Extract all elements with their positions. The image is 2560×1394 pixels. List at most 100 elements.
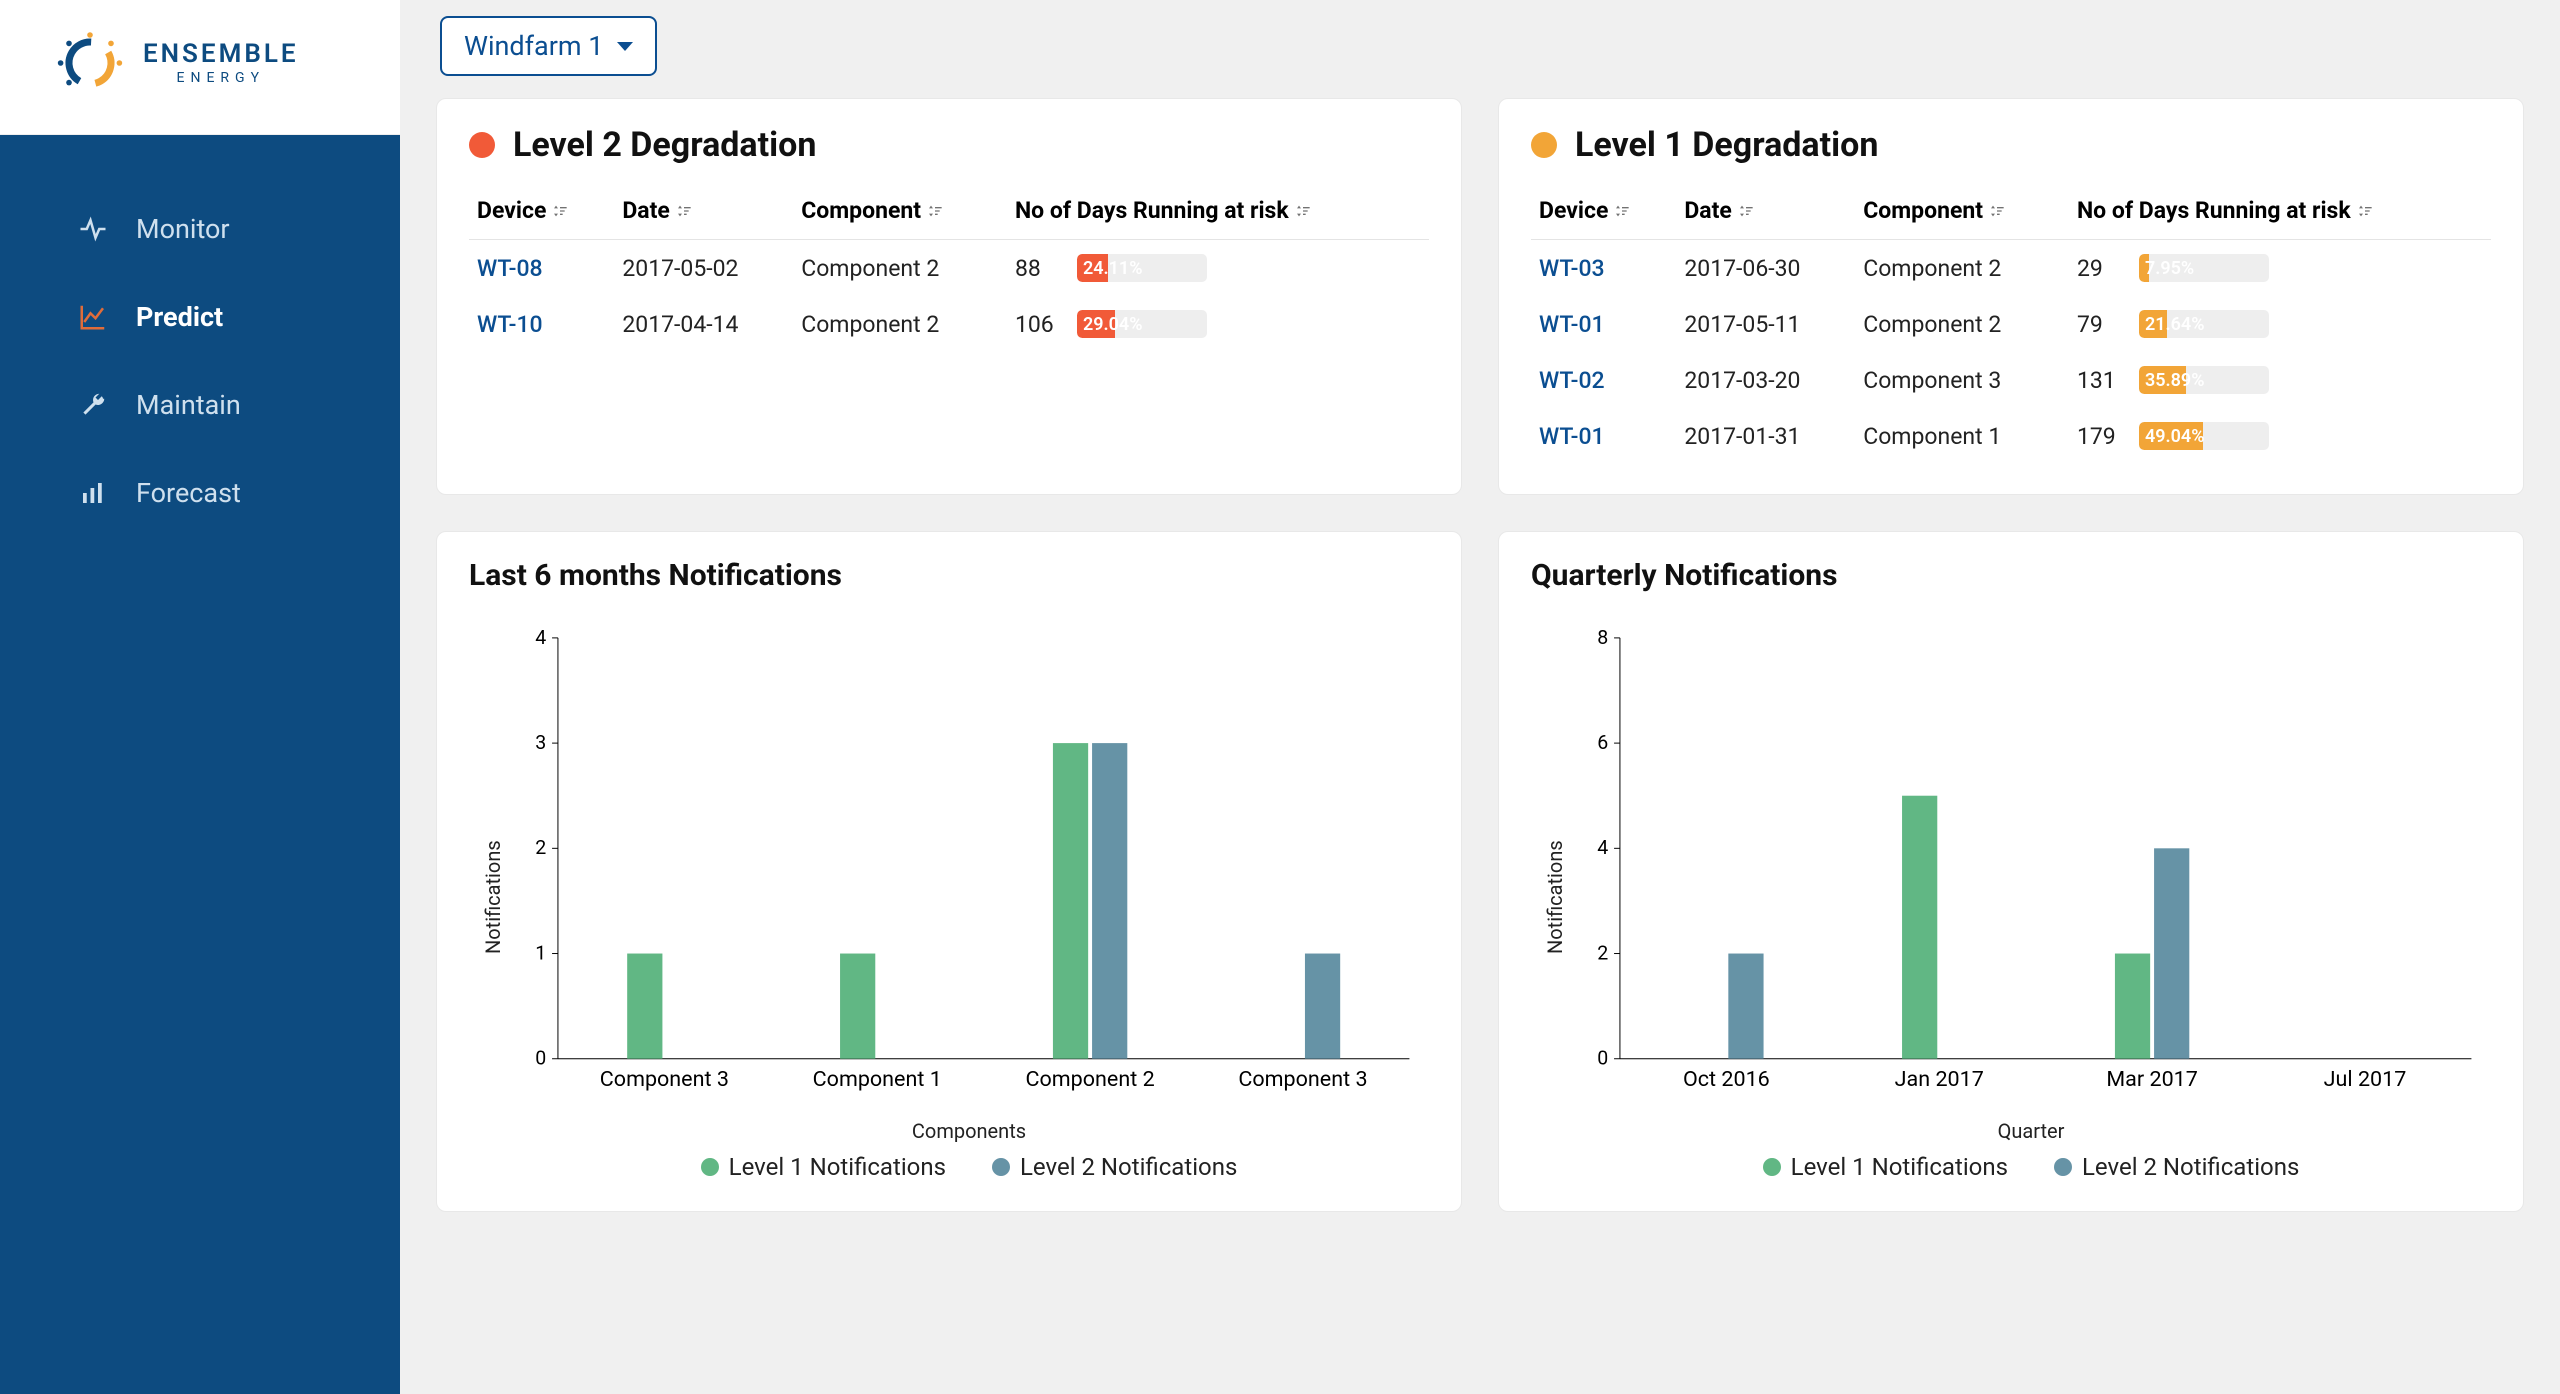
cell-date: 2017-03-20 xyxy=(1676,352,1855,408)
risk-bar: 24.11% xyxy=(1077,254,1207,282)
nav-item-forecast[interactable]: Forecast xyxy=(0,449,400,537)
chart-y-axis-label: Notifications xyxy=(477,613,509,1181)
svg-text:0: 0 xyxy=(1597,1047,1608,1070)
caret-down-icon xyxy=(617,42,633,51)
status-dot-orange xyxy=(1531,132,1557,158)
wrench-icon xyxy=(78,390,108,420)
cell-device: WT-02 xyxy=(1531,352,1676,408)
svg-text:Jul 2017: Jul 2017 xyxy=(2324,1068,2407,1093)
svg-text:3: 3 xyxy=(535,731,546,754)
chart-y-axis-label: Notifications xyxy=(1539,613,1571,1181)
table-row[interactable]: WT-032017-06-30Component 2297.95% xyxy=(1531,240,2491,297)
cell-device: WT-08 xyxy=(469,240,614,297)
legend-item-level1: Level 1 Notifications xyxy=(1763,1153,2008,1181)
chart-title: Last 6 months Notifications xyxy=(469,558,1429,593)
cell-risk: 7921.64% xyxy=(2069,296,2491,352)
svg-text:4: 4 xyxy=(535,626,546,649)
column-header-component[interactable]: Component xyxy=(793,183,1007,240)
svg-text:Jan 2017: Jan 2017 xyxy=(1895,1068,1984,1093)
level1-degradation-card: Level 1 Degradation DeviceDateComponentN… xyxy=(1498,98,2524,495)
chart-x-axis-label: Components xyxy=(509,1119,1429,1143)
sort-icon xyxy=(927,198,943,225)
cell-component: Component 3 xyxy=(1855,352,2069,408)
column-header-date[interactable]: Date xyxy=(1676,183,1855,240)
cell-date: 2017-01-31 xyxy=(1676,408,1855,464)
cell-date: 2017-06-30 xyxy=(1676,240,1855,297)
chart-bar xyxy=(2154,849,2189,1059)
chart-bar xyxy=(1092,744,1127,1060)
svg-text:Mar 2017: Mar 2017 xyxy=(2106,1068,2197,1093)
nav-item-monitor[interactable]: Monitor xyxy=(0,185,400,273)
level1-table: DeviceDateComponentNo of Days Running at… xyxy=(1531,183,2491,464)
cell-risk: 297.95% xyxy=(2069,240,2491,297)
line-chart-icon xyxy=(78,302,108,332)
column-header-device[interactable]: Device xyxy=(469,183,614,240)
level2-table: DeviceDateComponentNo of Days Running at… xyxy=(469,183,1429,352)
sort-icon xyxy=(1738,198,1754,225)
six-months-chart: 01234Component 3Component 1Component 2Co… xyxy=(509,613,1429,1113)
table-row[interactable]: WT-102017-04-14Component 210629.04% xyxy=(469,296,1429,352)
cell-component: Component 2 xyxy=(793,240,1007,297)
chart-bar xyxy=(1305,954,1340,1059)
column-header-component[interactable]: Component xyxy=(1855,183,2069,240)
risk-bar: 21.64% xyxy=(2139,310,2269,338)
chart-title: Quarterly Notifications xyxy=(1531,558,2491,593)
status-dot-red xyxy=(469,132,495,158)
cell-component: Component 1 xyxy=(1855,408,2069,464)
svg-text:8: 8 xyxy=(1597,626,1608,649)
card-title: Level 2 Degradation xyxy=(513,125,816,165)
cell-component: Component 2 xyxy=(1855,296,2069,352)
sort-icon xyxy=(1989,198,2005,225)
table-row[interactable]: WT-082017-05-02Component 28824.11% xyxy=(469,240,1429,297)
svg-text:0: 0 xyxy=(535,1047,546,1070)
windfarm-selector[interactable]: Windfarm 1 xyxy=(440,16,657,76)
cell-risk: 17949.04% xyxy=(2069,408,2491,464)
level2-degradation-card: Level 2 Degradation DeviceDateComponentN… xyxy=(436,98,1462,495)
quarterly-chart: 02468Oct 2016Jan 2017Mar 2017Jul 2017 xyxy=(1571,613,2491,1113)
column-header-risk[interactable]: No of Days Running at risk xyxy=(1007,183,1429,240)
nav-item-maintain[interactable]: Maintain xyxy=(0,361,400,449)
table-row[interactable]: WT-012017-05-11Component 27921.64% xyxy=(1531,296,2491,352)
legend-item-level2: Level 2 Notifications xyxy=(992,1153,1237,1181)
cell-date: 2017-05-02 xyxy=(614,240,793,297)
windfarm-label: Windfarm 1 xyxy=(464,30,603,62)
cell-date: 2017-05-11 xyxy=(1676,296,1855,352)
cell-risk: 10629.04% xyxy=(1007,296,1429,352)
chart-legend: Level 1 Notifications Level 2 Notificati… xyxy=(1571,1153,2491,1181)
legend-dot-green xyxy=(1763,1158,1781,1176)
column-header-date[interactable]: Date xyxy=(614,183,793,240)
brand-logo: ENSEMBLE ENERGY xyxy=(0,0,400,135)
six-months-chart-card: Last 6 months Notifications Notification… xyxy=(436,531,1462,1212)
svg-text:Component 1: Component 1 xyxy=(813,1068,942,1093)
bar-chart-icon xyxy=(78,478,108,508)
legend-item-level2: Level 2 Notifications xyxy=(2054,1153,2299,1181)
cell-component: Component 2 xyxy=(1855,240,2069,297)
svg-text:6: 6 xyxy=(1597,731,1608,754)
chart-x-axis-label: Quarter xyxy=(1571,1119,2491,1143)
chart-bar xyxy=(1902,796,1937,1059)
svg-text:1: 1 xyxy=(535,942,546,965)
svg-text:Component 3: Component 3 xyxy=(600,1068,729,1093)
chart-bar xyxy=(2115,954,2150,1059)
table-row[interactable]: WT-012017-01-31Component 117949.04% xyxy=(1531,408,2491,464)
risk-bar: 7.95% xyxy=(2139,254,2269,282)
column-header-device[interactable]: Device xyxy=(1531,183,1676,240)
sort-icon xyxy=(552,198,568,225)
risk-bar: 29.04% xyxy=(1077,310,1207,338)
legend-item-level1: Level 1 Notifications xyxy=(701,1153,946,1181)
quarterly-chart-card: Quarterly Notifications Notifications 02… xyxy=(1498,531,2524,1212)
svg-text:4: 4 xyxy=(1597,837,1608,860)
column-header-risk[interactable]: No of Days Running at risk xyxy=(2069,183,2491,240)
brand-text: ENSEMBLE ENERGY xyxy=(143,41,299,85)
sidebar: ENSEMBLE ENERGY Monitor Predict MaintainFo… xyxy=(0,0,400,1394)
cell-device: WT-01 xyxy=(1531,296,1676,352)
svg-text:Oct 2016: Oct 2016 xyxy=(1683,1068,1770,1093)
legend-dot-steel xyxy=(992,1158,1010,1176)
table-row[interactable]: WT-022017-03-20Component 313135.89% xyxy=(1531,352,2491,408)
nav-item-predict[interactable]: Predict xyxy=(0,273,400,361)
chart-bar xyxy=(1053,744,1088,1060)
nav-label: Predict xyxy=(136,301,223,333)
card-title: Level 1 Degradation xyxy=(1575,125,1878,165)
chart-bar xyxy=(627,954,662,1059)
main-content: Windfarm 1 Level 2 Degradation DeviceDat… xyxy=(400,0,2560,1394)
